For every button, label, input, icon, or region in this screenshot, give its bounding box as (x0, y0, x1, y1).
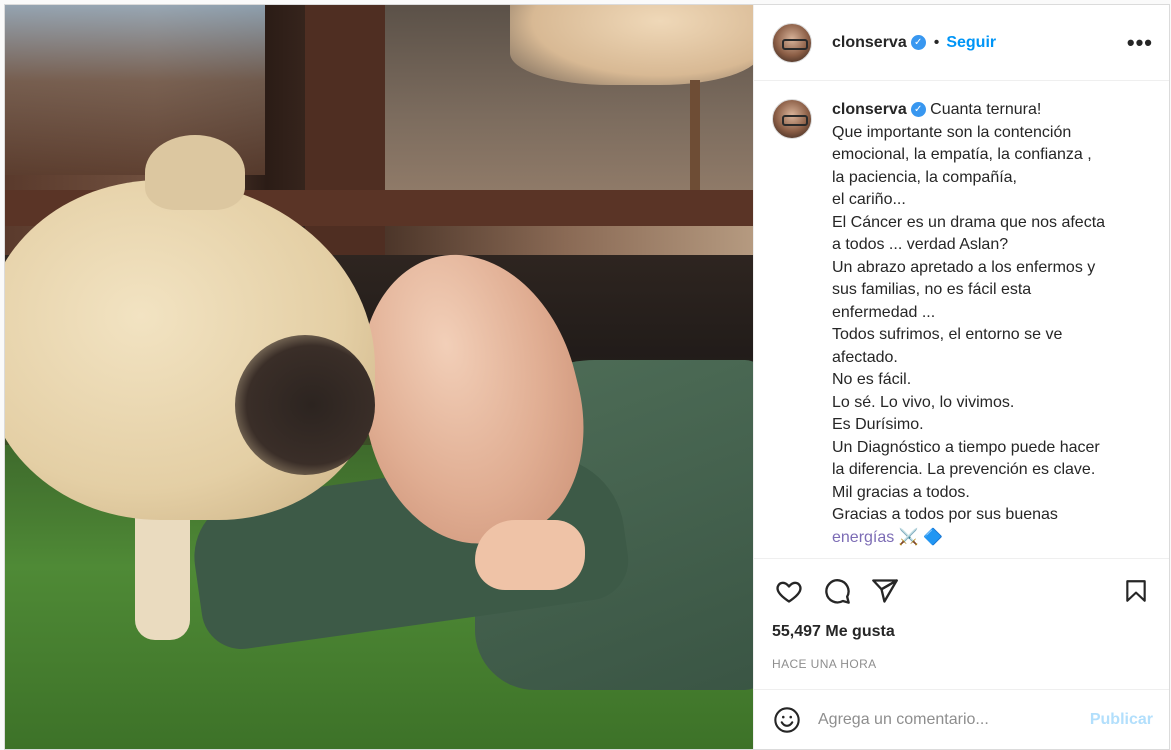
caption-line: Un Diagnóstico a tiempo puede hacer (832, 438, 1100, 456)
caption-line: la paciencia, la compañía, (832, 168, 1017, 186)
caption-line: afectado. (832, 348, 898, 366)
comment-icon[interactable] (820, 574, 854, 608)
comment-bar: Publicar (754, 689, 1169, 749)
post-header: clonserva ✓ • Seguir ••• (754, 5, 1169, 81)
photo-dog-ear (145, 135, 245, 210)
bookmark-icon[interactable] (1119, 574, 1153, 608)
caption-line: Un abrazo apretado a los enfermos y (832, 258, 1096, 276)
photo-person-hand (475, 520, 585, 590)
heart-icon[interactable] (772, 574, 806, 608)
action-bar (754, 559, 1169, 623)
caption-line: enfermedad ... (832, 303, 936, 321)
caption-line: Es Durísimo. (832, 416, 924, 433)
caption-line: No es fácil. (832, 371, 912, 388)
caption-section[interactable]: clonserva ✓ Cuanta ternura! Que important… (754, 81, 1169, 559)
caption-line: Lo sé. Lo vivo, lo vivimos. (832, 393, 1015, 411)
post-side-panel: clonserva ✓ • Seguir ••• clonserva ✓ Cuan… (753, 5, 1169, 749)
verified-badge-icon: ✓ (910, 35, 926, 50)
post-card: clonserva ✓ • Seguir ••• clonserva ✓ Cuan… (4, 4, 1170, 750)
likes-count[interactable]: 55,497 Me gusta (754, 623, 1169, 647)
caption-line: Gracias a todos por sus buenas (832, 506, 1058, 523)
caption-line: la diferencia. La prevención es clave. (832, 461, 1096, 478)
caption-line: Todos sufrimos, el entorno se ve (832, 326, 1063, 343)
post-photo[interactable] (5, 5, 753, 749)
caption-line: Cuanta ternura! (930, 101, 1042, 118)
comment-input[interactable] (818, 710, 1090, 729)
caption-line: energías ⚔️ 🔷 (832, 528, 943, 546)
post-timestamp[interactable]: HACE UNA HORA (754, 647, 1169, 689)
username-link[interactable]: clonserva (832, 34, 907, 52)
caption-line: el cariño... (832, 191, 906, 208)
caption-text: clonserva ✓ Cuanta ternura! Que important… (832, 99, 1142, 558)
caption-line: a todos ... verdad Aslan? (832, 236, 1009, 253)
caption-line: sus familias, no es fácil esta (832, 281, 1032, 298)
caption-line: Que importante son la contención (832, 123, 1072, 141)
photo-umbrella (510, 5, 753, 85)
share-icon[interactable] (868, 574, 902, 608)
caption-line: Mil gracias a todos. (832, 483, 970, 501)
separator-dot: • (933, 33, 940, 51)
caption-line: El Cáncer es un drama que nos afecta (832, 213, 1106, 231)
verified-badge-icon: ✓ (910, 102, 926, 118)
avatar[interactable] (772, 99, 812, 139)
photo-dog-face (235, 335, 375, 475)
more-options-icon[interactable]: ••• (1127, 30, 1153, 56)
publish-button[interactable]: Publicar (1090, 711, 1153, 729)
avatar[interactable] (772, 22, 812, 63)
follow-button[interactable]: Seguir (946, 34, 996, 52)
caption-username-link[interactable]: clonserva (832, 101, 907, 118)
smiley-icon[interactable] (772, 705, 802, 735)
caption-line: emocional, la empatía, la confianza , (832, 146, 1092, 163)
